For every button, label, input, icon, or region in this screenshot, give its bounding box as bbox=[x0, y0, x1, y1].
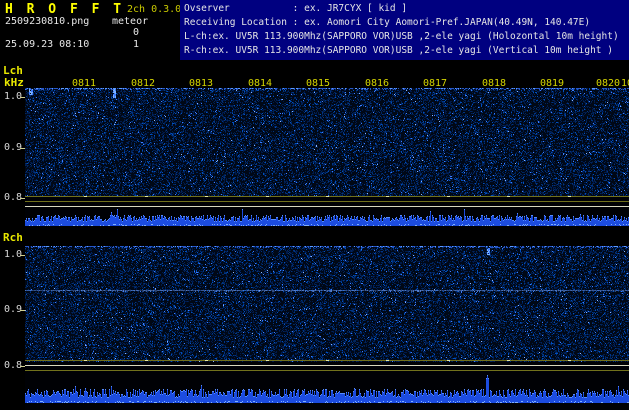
timestamp: 25.09.23 08:10 bbox=[5, 39, 90, 50]
rch-config-line: R-ch:ex. UV5R 113.900Mhz(SAPPORO VOR)USB… bbox=[184, 45, 613, 56]
rch-channel-label: Rch bbox=[3, 231, 23, 244]
app-title: H R O F F T bbox=[5, 2, 125, 17]
lch-spectrogram bbox=[25, 88, 629, 230]
location-line: Receiving Location : ex. Aomori City Aom… bbox=[184, 17, 591, 28]
observer-line: Ovserver : ex. JR7CYX [ kid ] bbox=[184, 3, 408, 14]
counter-bottom: 1 bbox=[133, 39, 140, 50]
khz-unit-label: kHz bbox=[4, 76, 24, 89]
app-version: 2ch 0.3.0 bbox=[127, 4, 182, 15]
mode-label: meteor bbox=[112, 16, 149, 27]
lch-config-line: L-ch:ex. UV5R 113.900Mhz(SAPPORO VOR)USB… bbox=[184, 31, 619, 42]
rch-spectrogram bbox=[25, 246, 629, 410]
info-panel: Ovserver : ex. JR7CYX [ kid ] Receiving … bbox=[180, 0, 629, 60]
counter-top: 0 bbox=[133, 27, 140, 38]
hrofft-window: H R O F F T 2ch 0.3.0 2509230810.png met… bbox=[0, 0, 629, 410]
output-filename: 2509230810.png bbox=[5, 16, 90, 27]
